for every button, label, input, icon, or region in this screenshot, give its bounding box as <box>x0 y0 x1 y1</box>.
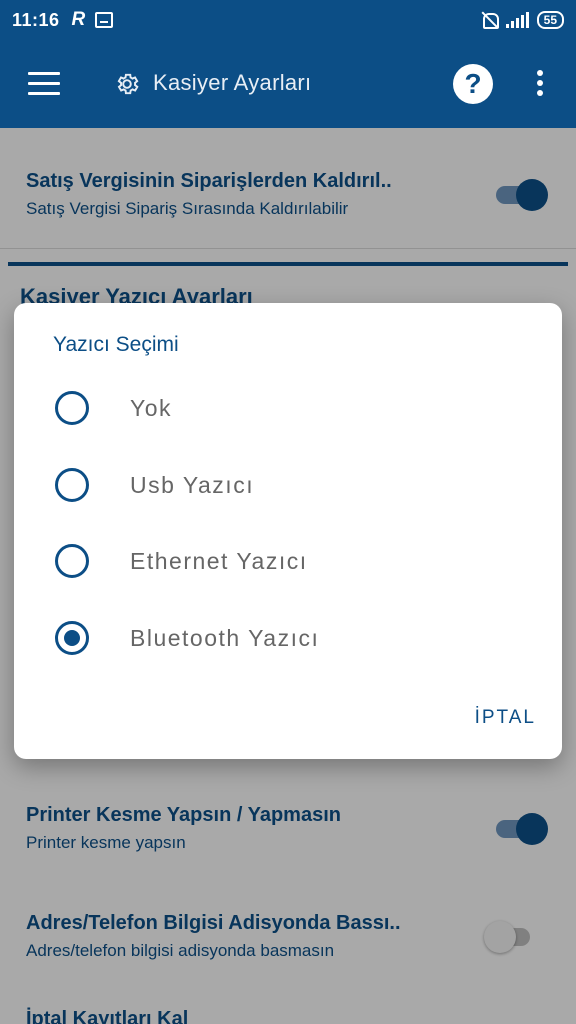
overflow-menu-icon[interactable] <box>535 70 545 98</box>
option-ethernet-printer[interactable]: Ethernet Yazıcı <box>14 530 562 592</box>
page-title: Kasiyer Ayarları <box>153 70 312 95</box>
menu-icon[interactable] <box>28 72 60 96</box>
radio-button[interactable] <box>55 544 89 578</box>
cancel-button[interactable]: İPTAL <box>475 707 536 729</box>
radio-button-selected[interactable] <box>55 621 89 655</box>
option-label: Usb Yazıcı <box>130 471 255 498</box>
option-none[interactable]: Yok <box>14 377 562 439</box>
option-label: Yok <box>130 394 173 421</box>
option-usb-printer[interactable]: Usb Yazıcı <box>14 454 562 516</box>
store-icon <box>95 12 114 28</box>
status-bar: 11:16 R 55 <box>0 0 576 40</box>
printer-selection-dialog: Yazıcı Seçimi Yok Usb Yazıcı Ethernet Ya… <box>14 303 562 759</box>
app-bar: Kasiyer Ayarları ? <box>0 40 576 128</box>
option-bluetooth-printer[interactable]: Bluetooth Yazıcı <box>14 607 562 669</box>
signal-icon <box>505 12 529 28</box>
radio-button[interactable] <box>55 468 89 502</box>
radio-button[interactable] <box>55 391 89 425</box>
muted-bell-icon <box>480 11 499 29</box>
option-label: Bluetooth Yazıcı <box>130 624 320 651</box>
dialog-title: Yazıcı Seçimi <box>53 333 179 356</box>
option-label: Ethernet Yazıcı <box>130 547 308 574</box>
battery-icon: 55 <box>536 11 564 29</box>
help-icon[interactable]: ? <box>453 64 493 104</box>
app-notification-icon: R <box>71 9 86 30</box>
status-time: 11:16 <box>12 9 60 30</box>
gear-icon <box>117 73 139 95</box>
